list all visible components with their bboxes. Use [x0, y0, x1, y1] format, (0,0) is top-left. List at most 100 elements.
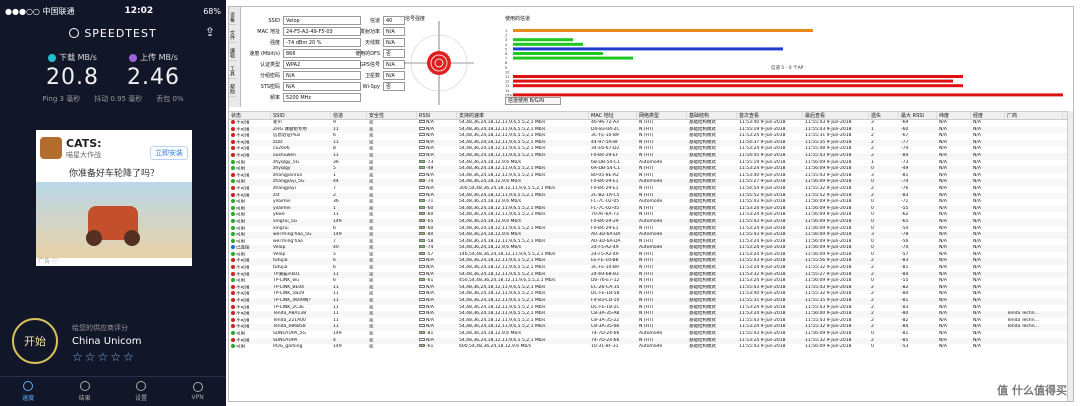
column-header[interactable]: 安全性 — [367, 112, 417, 119]
tab-vpn[interactable]: VPN — [192, 382, 204, 401]
table-row[interactable]: 不可用 Tenda_221A00 11 是 N/A 54,48,36,24,18,12,1… — [229, 317, 1073, 325]
cell-text: 11:55:56 9-Jun-2018 — [805, 258, 852, 264]
table-cell: 54,48,36,24,18,12,11,9,6,5.5,2,1 Mb/s — [457, 318, 589, 325]
status-icon — [231, 120, 235, 124]
column-header[interactable]: 最后查看 — [803, 112, 869, 119]
table-row[interactable]: 不可用 xushuwen 11 是 N/A 54,48,36,24,18,12,11,9,… — [229, 152, 1073, 160]
side-tab[interactable]: 编辑 — [229, 43, 236, 61]
table-row[interactable]: 可用 TP-LINK_wu 6 是 -61 450,54,48,36,24,18,12,1… — [229, 278, 1073, 285]
cell-text: 是 — [369, 245, 374, 251]
table-row[interactable]: 不可用 tutujia 6 是 N/A 54,48,36,24,18,12,11,9,6,… — [229, 258, 1073, 266]
table-row[interactable]: 不可用 TP-LINK_4609啊? 11 是 N/A 54,48,36,24,18,12… — [229, 298, 1073, 305]
install-button[interactable]: 立即安装 — [150, 146, 188, 160]
table-row[interactable]: 可用 Velop 5 是 -57 146,54,48,36,24,18,12,11,9,6… — [229, 251, 1073, 259]
column-header[interactable]: SSID — [271, 112, 331, 119]
table-row[interactable]: 可用 SUNGYUPA_5G 149 是 -81 54,48,36,24,18,12,9,… — [229, 331, 1073, 338]
share-icon[interactable]: ⇪ — [205, 25, 216, 39]
table-row[interactable]: 不可用 zhangjianrun 1 是 N/A 54,48,36,24,18,12,11… — [229, 172, 1073, 180]
table-row[interactable]: 不可用 zzzz 11 是 N/A 54,48,36,24,18,12,11,9,6,5.… — [229, 139, 1073, 147]
table-cell: 11 — [331, 318, 367, 325]
side-tab[interactable]: 帮助 — [229, 79, 236, 97]
table-row[interactable]: 不可用 TP-LINK_5B29 11 是 N/A 54,48,36,24,18,12,1… — [229, 291, 1073, 298]
column-header[interactable]: 状态 — [229, 112, 271, 119]
rating-stars[interactable]: ☆☆☆☆☆ — [72, 350, 142, 364]
ad-banner[interactable]: CATS: 喵星大作战 立即安装 你准备好车轮降了吗？ 广告 ⓘ — [36, 130, 192, 266]
table-row[interactable]: 不可用 SUNGYUPA 4 是 N/A 54,48,36,24,18,12,11,9,6… — [229, 337, 1073, 345]
start-button[interactable]: 开始 — [12, 318, 58, 364]
table-cell: 11:55:43 9-Jun-2018 — [737, 285, 803, 292]
table-row[interactable]: 不可用 Tenda_A8A138 11 是 N/A 54,48,36,24,18,12,1… — [229, 311, 1073, 318]
cell-text: ZHG 课题组专用 — [273, 126, 307, 132]
table-row[interactable]: 不可用 TP满猫ink01 11 是 N/A 54,48,36,24,18,12,11,9… — [229, 271, 1073, 279]
table-cell: 2 — [869, 338, 899, 345]
table-row[interactable]: 可用 xingrui 6 是 -60 54,48,36,24,18,12,11,9,6,5… — [229, 225, 1073, 233]
table-row[interactable]: 不可用 Tenda_086858 11 是 N/A 54,48,36,24,18,12,1… — [229, 324, 1073, 331]
column-header[interactable]: RSSI — [417, 112, 457, 119]
table-cell: 11:53:24 9-Jun-2018 — [737, 212, 803, 219]
tab-settings[interactable]: 设置 — [135, 381, 147, 402]
cell-text: 基础结构模式 — [689, 271, 716, 277]
phone-speedtest-screen: ●●●○○ 中国联通 12:02 68% SPEEDTEST ⇪ 下载 MB/s… — [0, 0, 226, 406]
table-cell: -57 — [899, 252, 937, 259]
table-row[interactable]: 不可用 崔Vi 9 是 N/A 54,48,36,24,18,12,11,9,6,5.5,… — [229, 120, 1073, 127]
tab-speed[interactable]: 速度 — [22, 381, 34, 402]
column-header[interactable]: 支持的速率 — [457, 112, 589, 119]
ad-image[interactable] — [36, 182, 192, 258]
table-row[interactable]: 可用 zhyqlgy 5 是 -49 54,48,36,24,18,12,11,9,6,5… — [229, 166, 1073, 173]
status-icon — [231, 152, 235, 157]
column-header[interactable]: 经度 — [971, 112, 1005, 119]
table-row[interactable]: 不可用 zhangjiayi 7 是 N/A 300,54,48,36,24,18,12,… — [229, 185, 1073, 193]
column-header[interactable]: 网络类型 — [637, 112, 687, 119]
table-row[interactable]: 不可用 zst 2 是 N/A 54,48,36,24,18,12,11,9,6,5.5,… — [229, 192, 1073, 200]
cell-text: N/A — [426, 133, 434, 139]
table-scrollbar[interactable] — [1067, 111, 1073, 401]
table-row[interactable]: 不可用 TP-LINK_BE04 11 是 N/A 54,48,36,24,18,12,1… — [229, 284, 1073, 292]
table-cell: A0-3D-6A-DA — [589, 239, 637, 246]
column-header[interactable]: 遗失 — [869, 112, 899, 119]
table-cell: N/A — [937, 338, 971, 345]
table-row[interactable]: 不可用 信息验证Plus 6 是 N/A 54,48,36,24,18,12,11,9,6… — [229, 133, 1073, 140]
table-row[interactable]: 不可用 ZHG 课题组专用 11 是 N/A 54,48,36,24,18,12,11,9… — [229, 126, 1073, 134]
table-cell: 3C-FE-10-B9 — [589, 265, 637, 272]
cell-text: 11:55:32 9-Jun-2018 — [805, 324, 852, 330]
side-tab[interactable]: 文件 — [229, 25, 236, 43]
column-header[interactable]: 首次查看 — [737, 112, 803, 119]
tab-results[interactable]: 结果 — [79, 381, 91, 402]
table-cell: yilaimei — [271, 206, 331, 213]
cell-text: -62 — [901, 212, 909, 218]
table-row[interactable]: 可用 ROG_gaming 149 是 -61 600,54,48,36,24,18,12… — [229, 344, 1073, 351]
channel-mode-select[interactable]: 信道使用 B/G/N — [505, 97, 561, 105]
side-tab[interactable]: 工具 — [229, 61, 236, 79]
table-row[interactable]: 可用 xingrui_5G 149 是 -65 54,48,36,24,18,12,9,6… — [229, 218, 1073, 226]
column-header[interactable]: 最大 RSSI — [899, 112, 937, 119]
column-header[interactable]: 厂商 — [1005, 112, 1063, 119]
column-header[interactable]: 基础结构 — [687, 112, 737, 119]
column-header[interactable]: 纬度 — [937, 112, 971, 119]
table-row[interactable]: 可用 wei'ming'hao_5G 149 是 -80 54,48,36,24,18,1… — [229, 232, 1073, 239]
table-row[interactable]: 不可用 tutujia 6 是 N/A 54,48,36,24,18,12,11,9,6,… — [229, 265, 1073, 272]
cell-text: zhangjiayi_5G — [273, 179, 305, 185]
table-row[interactable]: 可用 zhyqlgy_5G 36 是 -73 54,48,36,24,18,12,9,6 … — [229, 159, 1073, 167]
table-cell: N/A — [971, 140, 1005, 147]
cell-text: 54,48,36,24,18,12,11,9,6,5.5,2,1 Mb/s — [459, 291, 546, 297]
table-cell: -81 — [417, 331, 457, 338]
side-tab[interactable]: 设备 — [229, 7, 236, 25]
table-cell — [1005, 298, 1063, 305]
table-cell: 11:55:35 9-Jun-2018 — [803, 298, 869, 305]
table-row[interactable]: 可用 ykwe 11 是 -60 54,48,36,24,18,12,11,9,6,5.5… — [229, 212, 1073, 219]
column-header[interactable]: MAC 地址 — [589, 112, 637, 119]
table-row[interactable]: 可用 yilaimei 36 是 -71 54,48,36,24,18,12,9,6 Mb… — [229, 199, 1073, 206]
table-cell: 基础结构模式 — [687, 232, 737, 239]
table-row[interactable]: 不可用 cx2606 8 是 N/A 54,48,36,24,18,12,11,9,6,5… — [229, 146, 1073, 153]
table-row[interactable]: 可用 zhangjiayi_5G 44 是 -74 54,48,36,24,18,12,9… — [229, 179, 1073, 186]
table-cell: 54,48,36,24,18,12,9,6 Mb/s — [457, 199, 589, 206]
table-cell: N/A — [417, 317, 457, 325]
table-row[interactable]: 可用 yilaimei 1 是 -60 54,48,36,24,18,12,11,9,6,… — [229, 205, 1073, 213]
table-row[interactable]: 可用 wei'ming'hao 7 是 -58 54,48,36,24,18,12,11,… — [229, 238, 1073, 246]
table-row[interactable]: 不可用 TP-LINK_2C3E 11 是 N/A 54,48,36,24,18,12,1… — [229, 304, 1073, 312]
detail-value: N/A — [383, 71, 405, 80]
table-row[interactable]: 已连接 Velop 40 是 -74 54,48,36,24,18,12,9,6 Mb/s… — [229, 245, 1073, 252]
table-cell: -74 — [899, 146, 937, 153]
column-header[interactable]: 信道 — [331, 112, 367, 119]
table-cell: N/A — [937, 199, 971, 206]
